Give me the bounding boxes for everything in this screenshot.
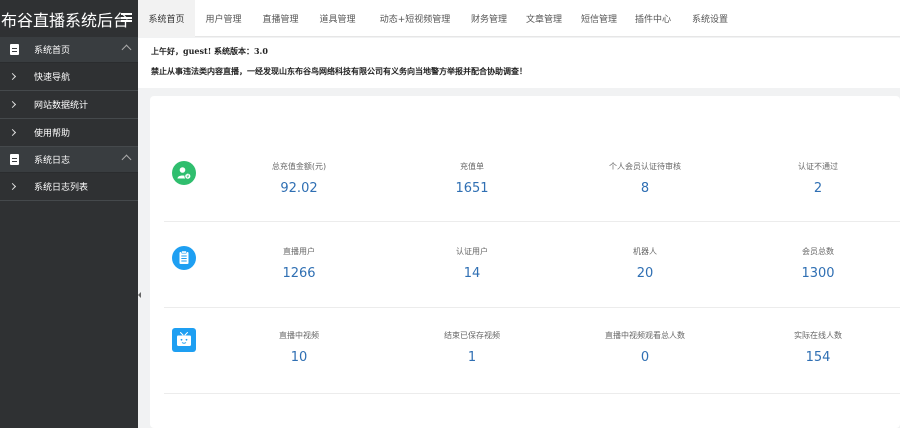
stat-value: 8 <box>640 181 650 196</box>
warning-text: 禁止从事违法类内容直播，一经发现山东布谷鸟网络科技有限公司有义务向当地警方举报并… <box>151 67 527 76</box>
stat-value: 14 <box>463 266 481 281</box>
sidebar-group-home[interactable]: 系统首页 <box>0 37 138 63</box>
tab-sms[interactable]: 短信管理 <box>574 0 624 37</box>
sidebar-group-label: 系统首页 <box>34 46 71 56</box>
stats-row-finance: ¥ 总充值金额(元) 92.02 充值单 1651 个人会员认证待审核 8 认证… <box>164 136 900 222</box>
sidebar-item-label: 系统日志列表 <box>34 183 89 193</box>
stat-recharge-orders: 充值单 1651 <box>392 161 552 196</box>
stat-label: 实际在线人数 <box>794 331 842 340</box>
chevron-right-icon <box>8 182 17 191</box>
stats-row-videos: 直播中视频 10 结束已保存视频 1 直播中视频观看总人数 0 实际在线人数 1… <box>164 308 900 394</box>
stat-label: 个人会员认证待审核 <box>609 162 681 171</box>
stat-value: 1300 <box>801 266 835 281</box>
chevron-up-icon <box>121 154 132 165</box>
sidebar-item-help[interactable]: 使用帮助 <box>0 119 138 147</box>
stat-label: 直播中视频观看总人数 <box>605 331 685 340</box>
chevron-up-icon <box>121 44 132 55</box>
stat-value: 0 <box>640 350 650 365</box>
stat-total-members: 会员总数 1300 <box>738 246 898 281</box>
sidebar-item-label: 快速导航 <box>34 73 71 83</box>
stat-total-recharge: 总充值金额(元) 92.02 <box>219 161 379 196</box>
stat-pending-verification: 个人会员认证待审核 8 <box>565 161 725 196</box>
tab-settings[interactable]: 系统设置 <box>682 0 738 37</box>
greeting-text: 上午好，guest! 系统版本：3.0 <box>151 46 268 56</box>
stat-label: 充值单 <box>460 162 484 171</box>
chevron-right-icon <box>8 128 17 137</box>
menu-toggle-icon[interactable] <box>121 13 132 22</box>
stat-label: 会员总数 <box>802 247 834 256</box>
stat-value: 1 <box>467 350 477 365</box>
brand-bar: 布谷直播系统后台 <box>0 0 138 37</box>
clipboard-icon <box>172 246 196 270</box>
svg-text:¥: ¥ <box>186 174 189 180</box>
tab-moments-videos[interactable]: 动态+短视频管理 <box>366 0 464 37</box>
stat-label: 机器人 <box>633 247 657 256</box>
stat-verification-failed: 认证不通过 2 <box>738 161 898 196</box>
stat-live-viewers: 直播中视频观看总人数 0 <box>565 330 725 365</box>
brand-title: 布谷直播系统后台 <box>1 10 130 30</box>
stat-label: 直播用户 <box>283 247 315 256</box>
stat-robots: 机器人 20 <box>565 246 725 281</box>
stats-panel: ¥ 总充值金额(元) 92.02 充值单 1651 个人会员认证待审核 8 认证… <box>150 96 900 428</box>
tv-icon <box>172 328 196 352</box>
stat-verified-users: 认证用户 14 <box>392 246 552 281</box>
sidebar-item-quick-nav[interactable]: 快速导航 <box>0 63 138 91</box>
sidebar-item-label: 使用帮助 <box>34 129 71 139</box>
notice-bar: 上午好，guest! 系统版本：3.0 禁止从事违法类内容直播，一经发现山东布谷… <box>138 38 900 88</box>
sidebar-collapse-handle[interactable] <box>138 290 142 300</box>
stat-label: 直播中视频 <box>279 331 319 340</box>
stat-live-users: 直播用户 1266 <box>219 246 379 281</box>
stat-value: 154 <box>805 350 831 365</box>
document-icon <box>10 154 19 165</box>
sidebar-item-label: 网站数据统计 <box>34 101 89 111</box>
sidebar-item-log-list[interactable]: 系统日志列表 <box>0 173 138 201</box>
user-money-icon: ¥ <box>172 161 196 185</box>
tab-home[interactable]: 系统首页 <box>138 0 195 37</box>
stat-saved-videos: 结束已保存视频 1 <box>392 330 552 365</box>
stat-live-videos: 直播中视频 10 <box>219 330 379 365</box>
stat-label: 认证不通过 <box>798 162 838 171</box>
sidebar-group-logs[interactable]: 系统日志 <box>0 147 138 173</box>
sidebar-item-site-stats[interactable]: 网站数据统计 <box>0 91 138 119</box>
stat-value: 92.02 <box>280 181 318 196</box>
stat-label: 结束已保存视频 <box>444 331 500 340</box>
tab-finance[interactable]: 财务管理 <box>464 0 514 37</box>
stat-label: 总充值金额(元) <box>271 162 327 171</box>
stat-value: 20 <box>636 266 654 281</box>
sidebar: 布谷直播系统后台 系统首页 快速导航 网站数据统计 使用帮助 系统日志 系统日志… <box>0 0 138 428</box>
tab-users[interactable]: 用户管理 <box>195 0 252 37</box>
stat-value: 1651 <box>455 181 489 196</box>
chevron-right-icon <box>8 100 17 109</box>
stat-value: 10 <box>290 350 308 365</box>
stat-value: 2 <box>813 181 823 196</box>
document-icon <box>10 44 19 55</box>
stat-online-users: 实际在线人数 154 <box>738 330 898 365</box>
stats-row-users: 直播用户 1266 认证用户 14 机器人 20 会员总数 1300 <box>164 222 900 308</box>
tab-props[interactable]: 道具管理 <box>309 0 366 37</box>
stat-value: 1266 <box>282 266 316 281</box>
chevron-right-icon <box>8 72 17 81</box>
stat-label: 认证用户 <box>456 247 488 256</box>
tab-articles[interactable]: 文章管理 <box>514 0 574 37</box>
sidebar-group-label: 系统日志 <box>34 156 71 166</box>
tab-plugins[interactable]: 插件中心 <box>624 0 682 37</box>
top-nav: 系统首页 用户管理 直播管理 道具管理 动态+短视频管理 财务管理 文章管理 短… <box>138 0 900 37</box>
tab-live[interactable]: 直播管理 <box>252 0 309 37</box>
